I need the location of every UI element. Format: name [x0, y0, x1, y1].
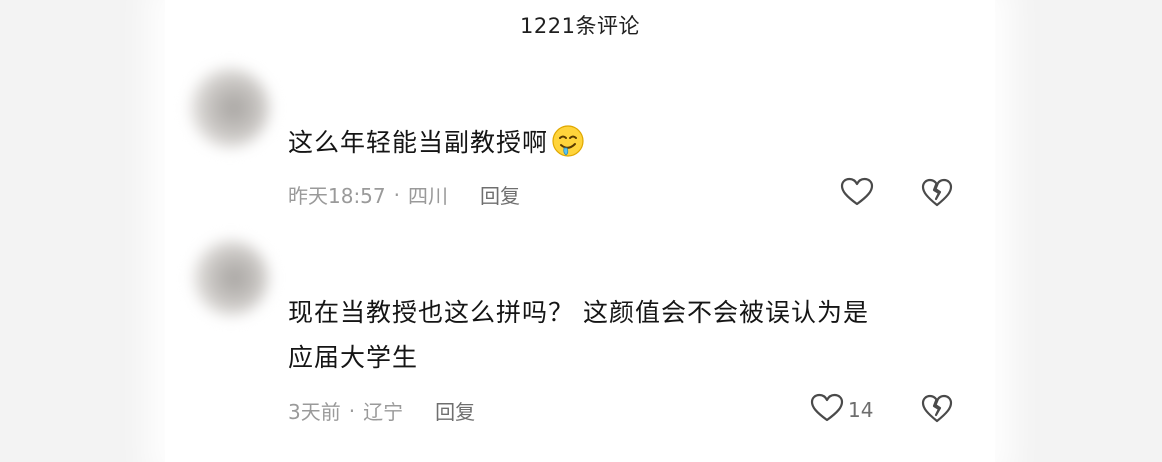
broken-heart-icon [921, 394, 953, 428]
comment-text: 这么年轻能当副教授啊 [288, 120, 586, 165]
comment-time: 3天前 [288, 400, 341, 424]
reply-button[interactable]: 回复 [480, 180, 520, 209]
dislike-button[interactable] [921, 178, 953, 212]
reply-button[interactable]: 回复 [435, 396, 475, 425]
meta-separator: · [348, 398, 356, 423]
like-count: 14 [848, 398, 874, 422]
like-button[interactable] [840, 177, 874, 211]
comments-panel: 1221条评论 这么年轻能当副教授啊 昨天18:57 · 四川 回复 现在当教授… [165, 0, 995, 462]
drooling-face-icon [550, 123, 586, 159]
comment-location: 四川 [408, 184, 448, 208]
broken-heart-icon [921, 178, 953, 212]
like-button[interactable]: 14 [810, 393, 873, 427]
comment-location: 辽宁 [363, 400, 404, 424]
avatar[interactable] [190, 68, 270, 148]
heart-icon [810, 393, 844, 427]
comment-meta: 昨天18:57 · 四川 回复 [288, 180, 520, 209]
meta-separator: · [393, 182, 400, 207]
comment-body: 这么年轻能当副教授啊 [288, 128, 549, 157]
comment-time: 昨天18:57 [288, 184, 386, 208]
comment-body-line: 应届大学生 [288, 343, 419, 372]
heart-icon [840, 177, 874, 211]
comment-text: 现在当教授也这么拼吗？ 这颜值会不会被误认为是 应届大学生 [288, 290, 869, 380]
avatar[interactable] [193, 240, 269, 316]
comment-meta: 3天前 · 辽宁 回复 [288, 396, 475, 425]
comment-body-line: 现在当教授也这么拼吗？ 这颜值会不会被误认为是 [288, 298, 869, 327]
comments-count-title: 1221条评论 [520, 14, 640, 38]
dislike-button[interactable] [921, 394, 953, 428]
